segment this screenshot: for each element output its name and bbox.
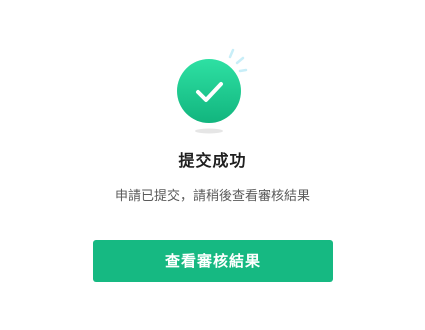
view-review-result-button[interactable]: 查看審核結果 <box>93 240 333 282</box>
success-illustration <box>168 44 258 136</box>
sparkle-line <box>228 48 235 59</box>
check-circle-icon <box>177 48 248 134</box>
sparkle-line <box>238 68 248 73</box>
status-message: 申請已提交，請稍後查看審核結果 <box>114 189 310 204</box>
check-circle <box>177 59 241 123</box>
submission-success-page: 提交成功 申請已提交，請稍後查看審核結果 查看審核結果 <box>0 0 425 330</box>
page-title: 提交成功 <box>178 151 247 170</box>
sparkle-line <box>235 56 245 65</box>
icon-shadow <box>195 128 223 134</box>
